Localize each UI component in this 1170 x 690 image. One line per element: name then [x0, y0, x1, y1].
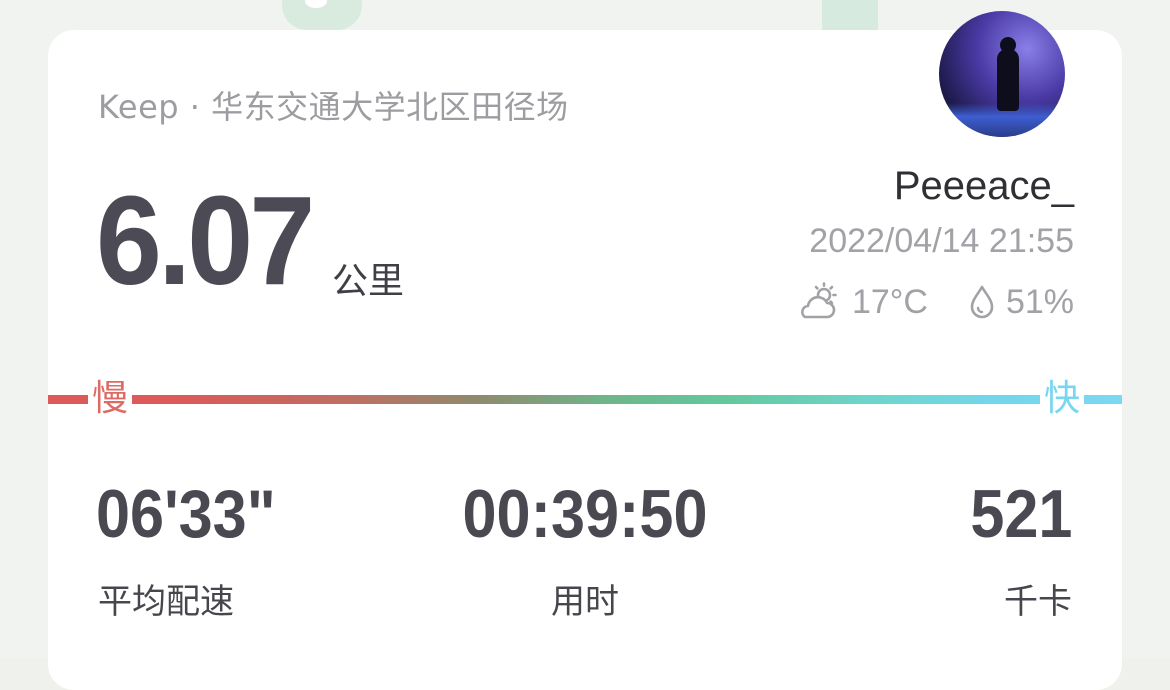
username[interactable]: Peeeace_ [894, 164, 1074, 209]
calories-label: 千卡 [1004, 582, 1072, 622]
pace-slow-label: 慢 [88, 378, 133, 420]
distance-value: 6.07 [96, 170, 315, 311]
temperature-value: 17°C [851, 282, 928, 321]
humidity-value: 51% [1005, 282, 1074, 321]
droplet-icon [968, 284, 996, 320]
pace-fast-label: 快 [1040, 378, 1085, 420]
avg-pace-value: 06'33" [96, 476, 276, 552]
duration-label: 用时 [551, 582, 619, 622]
avg-pace-label: 平均配速 [98, 582, 234, 622]
run-datetime: 2022/04/14 21:55 [809, 222, 1074, 260]
avatar[interactable] [939, 11, 1065, 137]
distance-unit: 公里 [332, 261, 405, 302]
pace-gradient-bar [48, 395, 1122, 404]
duration-value: 00:39:50 [462, 476, 708, 552]
avatar-figure-body [997, 49, 1019, 111]
partly-cloudy-icon [796, 282, 842, 322]
weather-info: 17°C 51% [796, 280, 1074, 324]
calories-value: 521 [969, 476, 1072, 552]
run-source-location: Keep · 华东交通大学北区田径场 [98, 88, 569, 126]
